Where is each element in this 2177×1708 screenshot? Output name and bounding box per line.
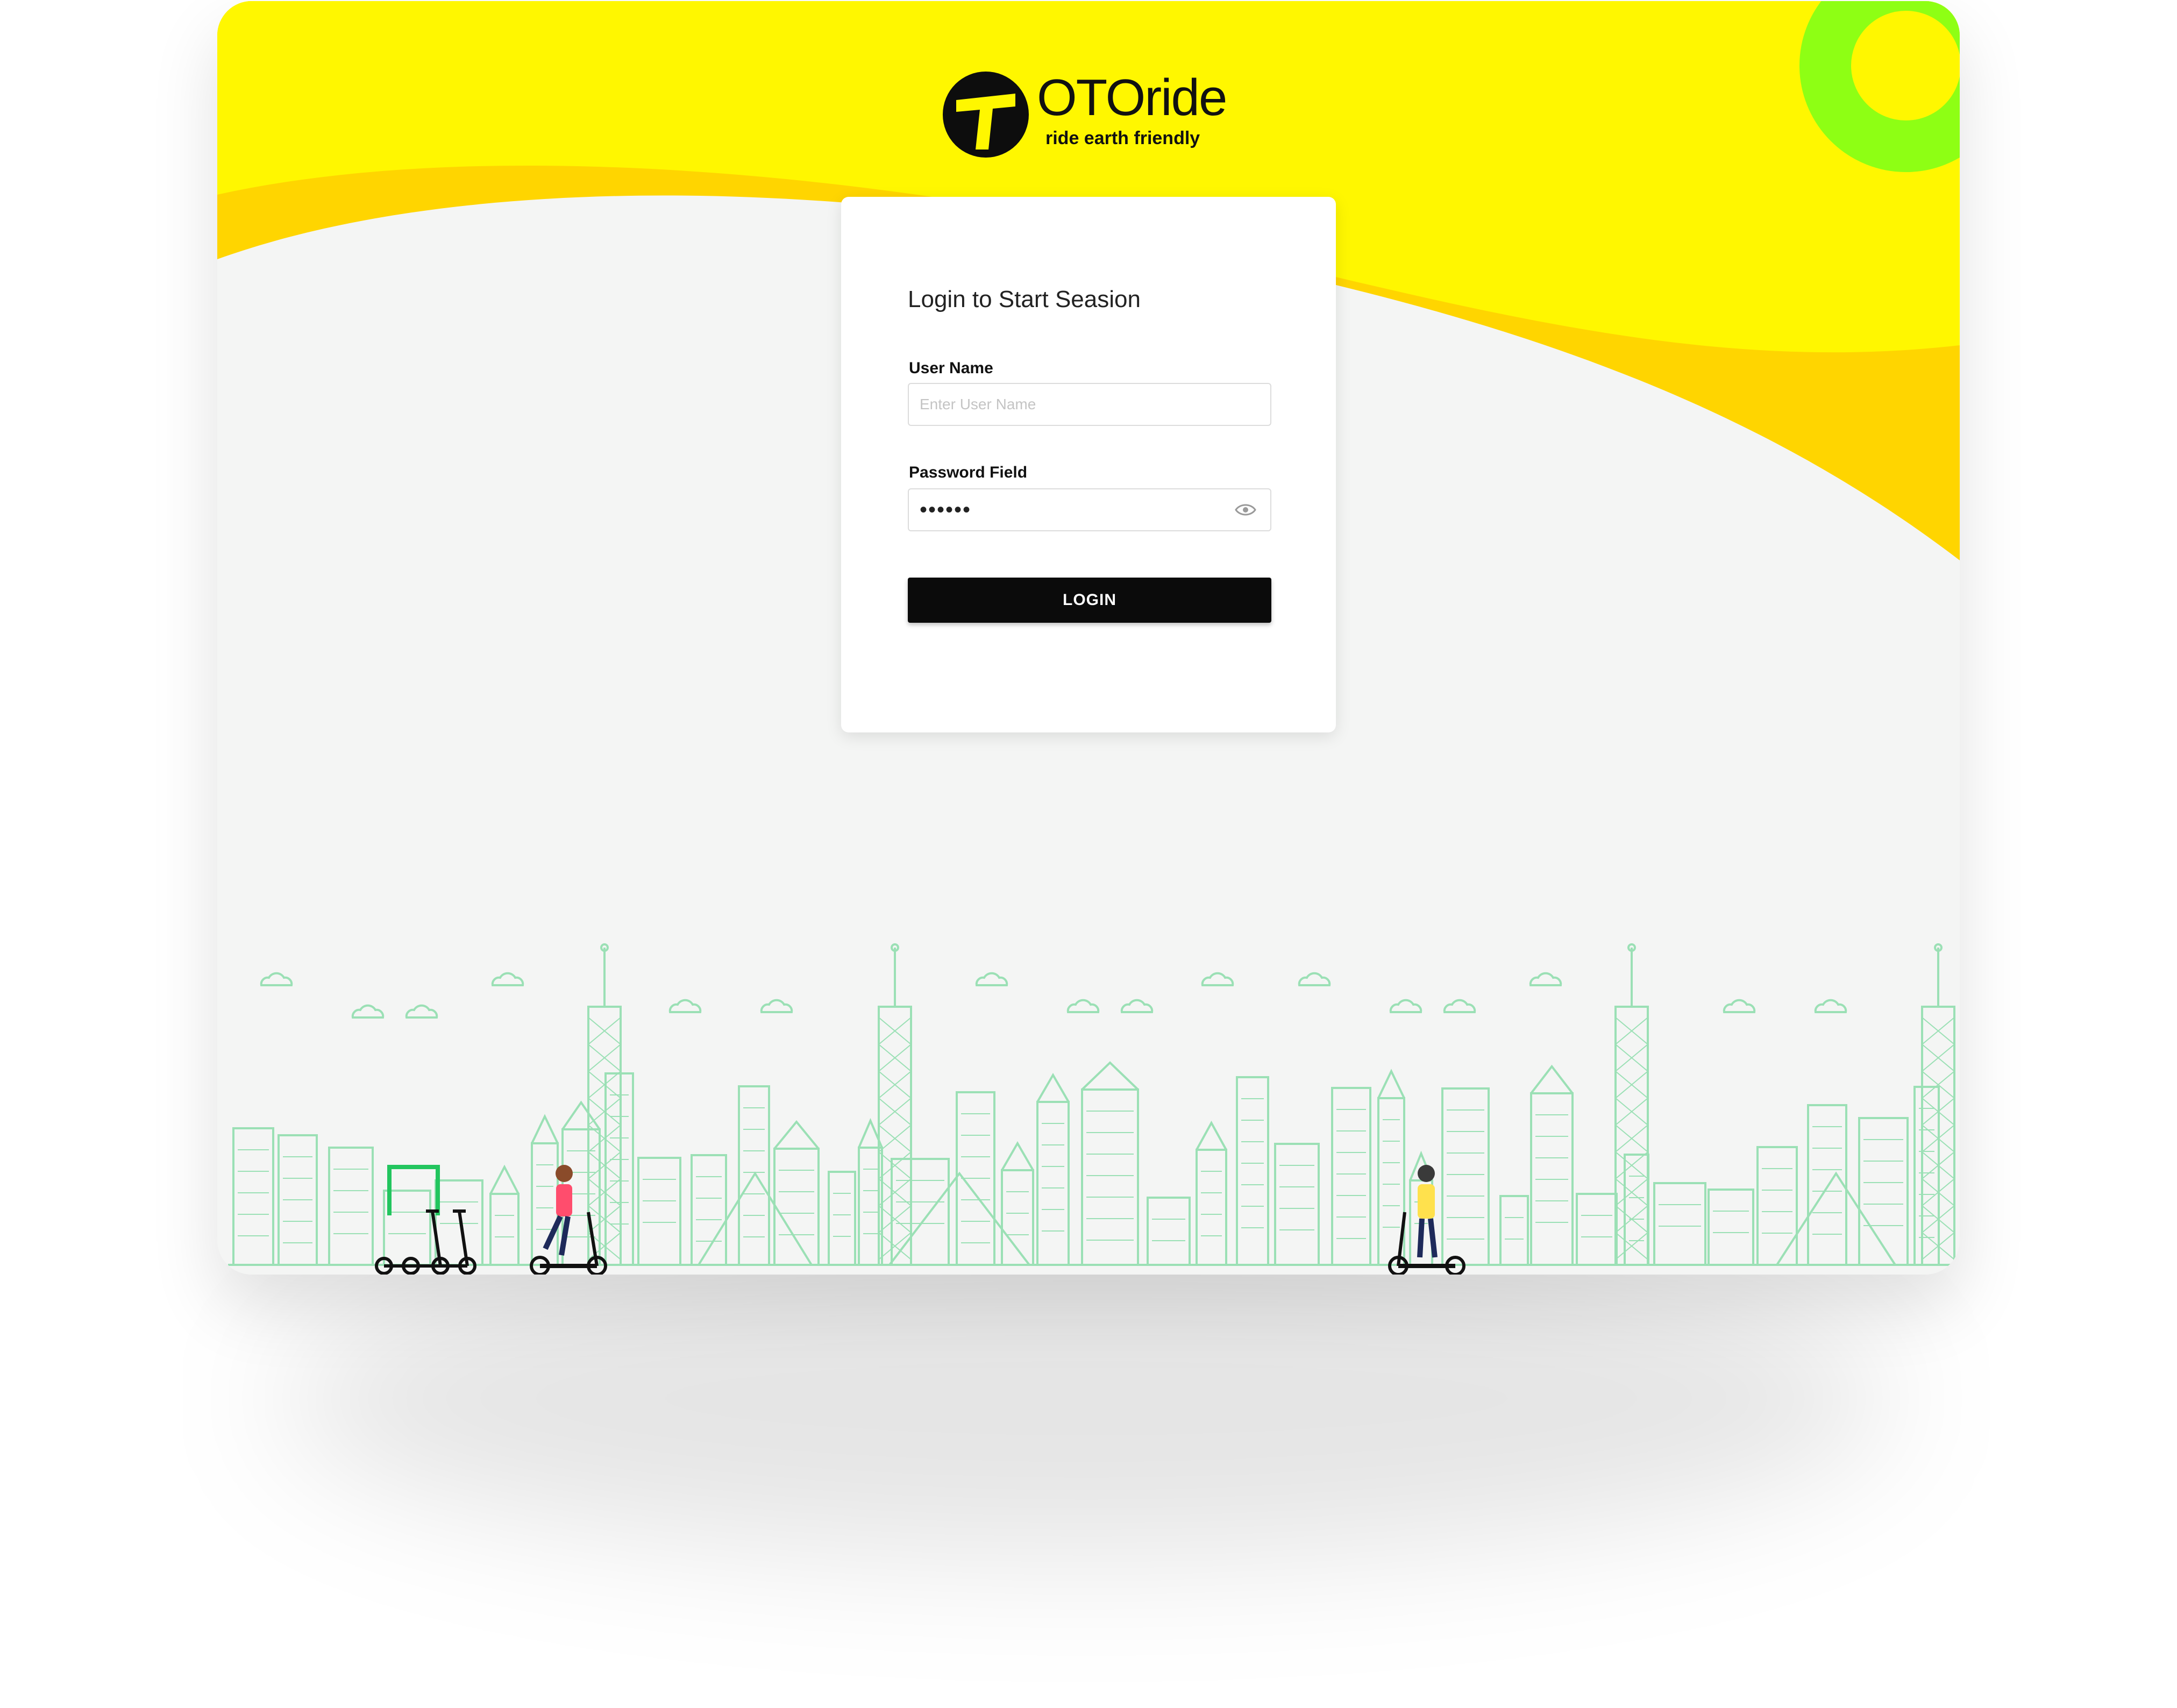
username-input[interactable] (908, 383, 1271, 426)
rider-scooter-icon (530, 1165, 607, 1275)
brand-tagline: ride earth friendly (1045, 128, 1200, 148)
brand-wordmark: OTOride (1037, 69, 1227, 126)
login-card: Login to Start Seasion User Name Passwor… (841, 197, 1336, 732)
page: OTOride ride earth friendly Login to Sta… (0, 0, 2177, 1708)
password-label: Password Field (909, 464, 1028, 481)
username-label: User Name (909, 359, 993, 377)
otoride-logo-icon (943, 72, 1029, 158)
password-input[interactable] (908, 488, 1271, 531)
parked-scooters-icon (375, 1165, 476, 1275)
login-screen: OTOride ride earth friendly Login to Sta… (217, 1, 1960, 1275)
brand-logo: OTOride ride earth friendly (940, 66, 1241, 162)
skyline-buildings (228, 943, 1955, 1266)
eye-icon[interactable] (1235, 502, 1256, 517)
rider-scooter-icon (1388, 1165, 1465, 1275)
password-field (908, 488, 1271, 531)
city-skyline-illustration (228, 943, 1955, 1275)
device-shadow (280, 1237, 1893, 1560)
login-title: Login to Start Seasion (908, 286, 1141, 312)
skyline-clouds (260, 972, 1847, 1019)
login-button[interactable]: LOGIN (908, 578, 1271, 623)
